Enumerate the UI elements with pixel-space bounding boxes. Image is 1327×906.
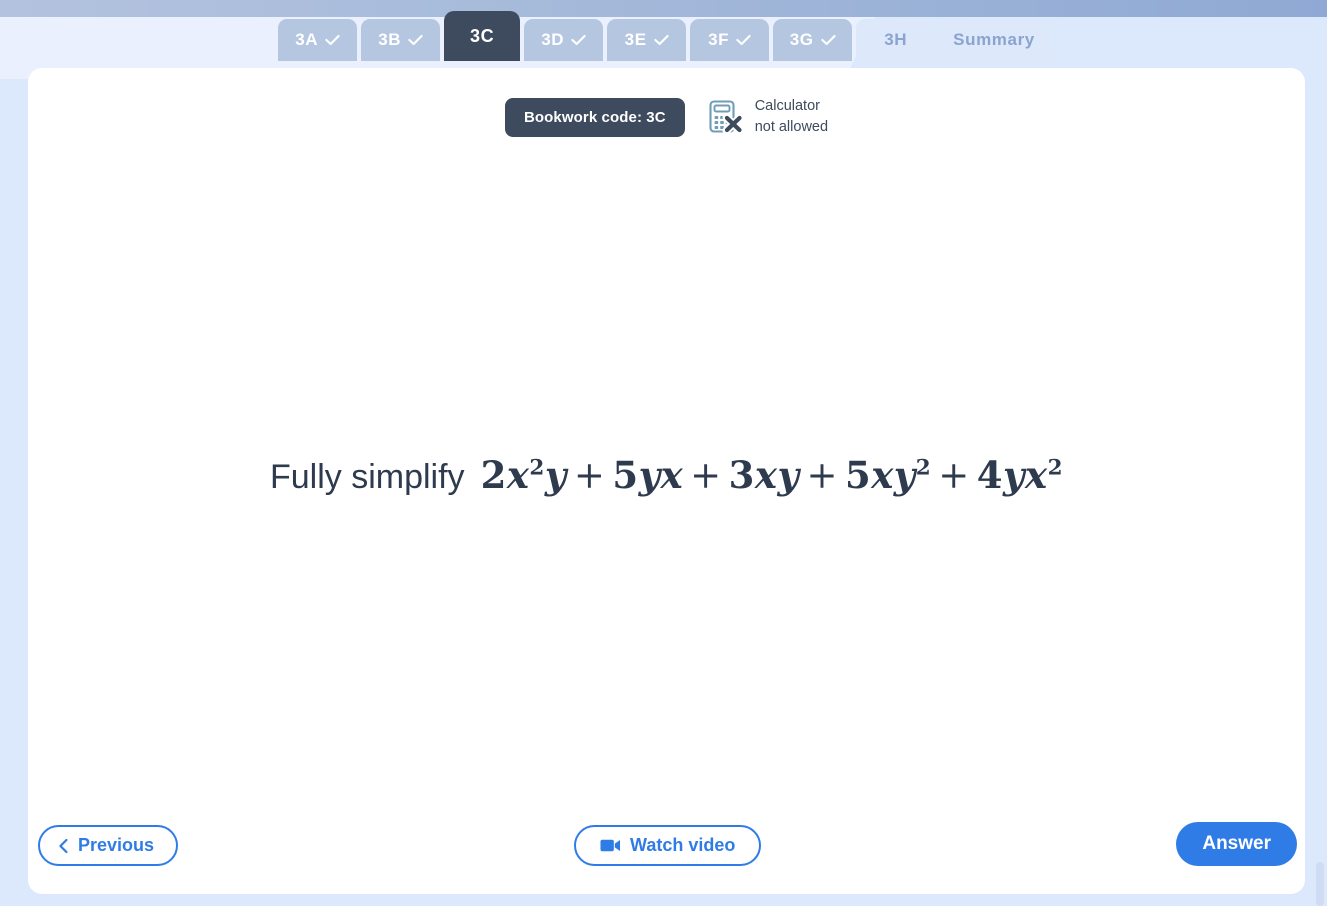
tab-label: 3D — [541, 30, 565, 49]
math-term: 5xy2 — [844, 453, 932, 497]
tab-label: 3A — [295, 30, 319, 49]
math-term: 3xy — [728, 453, 800, 497]
check-icon — [408, 34, 423, 46]
tab-3f[interactable]: 3F — [690, 19, 770, 61]
math-term: 2x2y — [480, 453, 567, 497]
math-operator: + — [690, 454, 722, 497]
tab-3e[interactable]: 3E — [607, 19, 687, 61]
math-expression: 2x2y +5yx +3xy +5xy2 +4yx2 — [481, 453, 1063, 497]
question-tab-strip: 3A 3B 3C 3D 3E 3F 3G 3H Summary — [0, 0, 1327, 61]
question-prompt: Fully simplify — [269, 458, 465, 496]
watch-video-button-label: Watch video — [630, 835, 736, 855]
card-footer: Previous Watch video Answer — [28, 814, 1305, 894]
tab-3b[interactable]: 3B — [361, 19, 441, 61]
check-icon — [654, 34, 669, 46]
math-term: 4yx2 — [976, 453, 1063, 497]
video-camera-icon — [600, 838, 621, 853]
previous-button-label: Previous — [78, 835, 155, 855]
tab-3d[interactable]: 3D — [524, 19, 604, 61]
check-icon — [820, 34, 836, 46]
tab-label: 3E — [624, 30, 647, 49]
tab-3g[interactable]: 3G — [773, 19, 853, 61]
tab-label: 3H — [884, 30, 908, 49]
check-icon — [736, 34, 751, 46]
tab-label: 3C — [470, 25, 495, 46]
tab-label: 3F — [708, 30, 730, 49]
math-operator: + — [573, 454, 606, 497]
tab-3a[interactable]: 3A — [278, 19, 358, 61]
tab-label: Summary — [953, 30, 1035, 49]
math-operator: + — [806, 454, 838, 497]
question-text: Fully simplify 2x2y +5yx +3xy +5xy2 +4yx2 — [270, 453, 1063, 497]
math-term: 5yx — [612, 453, 684, 497]
watch-video-button[interactable]: Watch video — [574, 825, 762, 866]
vertical-scrollbar[interactable] — [1316, 862, 1324, 906]
tab-summary[interactable]: Summary — [939, 19, 1049, 61]
tab-label: 3G — [789, 30, 814, 49]
tab-label: 3B — [378, 30, 402, 49]
chevron-left-icon — [57, 838, 69, 854]
check-icon — [571, 34, 586, 46]
previous-button[interactable]: Previous — [38, 825, 179, 866]
tab-3c[interactable]: 3C — [444, 11, 521, 61]
check-icon — [325, 34, 340, 46]
question-card: Bookwork code: 3C Calculator not allowed… — [28, 68, 1305, 894]
tab-3h[interactable]: 3H — [856, 19, 936, 61]
answer-button-label: Answer — [1202, 833, 1271, 854]
question-area: Fully simplify 2x2y +5yx +3xy +5xy2 +4yx2 — [28, 68, 1305, 894]
math-operator: + — [938, 454, 970, 497]
answer-button[interactable]: Answer — [1176, 822, 1297, 866]
